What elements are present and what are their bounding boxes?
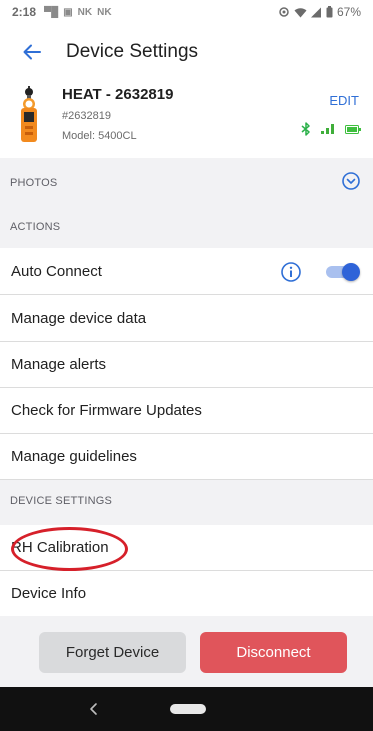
notification-icons: ▀█ ▣ NK NK xyxy=(44,7,112,18)
status-right: 67% xyxy=(278,5,361,19)
manage-guidelines-label: Manage guidelines xyxy=(11,448,137,465)
check-firmware-row[interactable]: Check for Firmware Updates xyxy=(0,388,373,434)
device-settings-section: DEVICE SETTINGS xyxy=(0,480,373,525)
rh-calibration-row[interactable]: RH Calibration xyxy=(0,525,373,571)
actions-header: ACTIONS xyxy=(10,221,61,233)
device-status-icons xyxy=(301,122,361,136)
battery-percent: 67% xyxy=(336,5,361,19)
manage-device-data-label: Manage device data xyxy=(11,310,147,327)
app-bar: Device Settings xyxy=(0,28,373,76)
battery-icon xyxy=(326,6,333,18)
device-name: HEAT - 2632819 xyxy=(62,86,174,103)
nav-home-pill[interactable] xyxy=(170,704,206,714)
cell-signal-icon xyxy=(310,7,321,17)
toggle-thumb xyxy=(342,263,360,281)
device-info-label: Device Info xyxy=(11,585,87,602)
chevron-down-icon[interactable] xyxy=(341,171,361,191)
notification-icon: NK xyxy=(77,6,93,18)
photos-header: PHOTOS xyxy=(10,177,58,189)
notification-icon: ▀█ xyxy=(44,6,59,18)
edit-button[interactable]: EDIT xyxy=(329,93,359,108)
photos-section: PHOTOS ACTIONS xyxy=(0,158,373,248)
status-bar: 2:18 ▀█ ▣ NK NK 67% xyxy=(0,0,373,24)
forget-device-button[interactable]: Forget Device xyxy=(39,632,186,673)
manage-alerts-row[interactable]: Manage alerts xyxy=(0,342,373,388)
notification-icon: NK xyxy=(97,6,112,18)
notification-icon: ▣ xyxy=(63,6,73,18)
signal-strength-icon xyxy=(321,124,334,134)
system-nav-bar xyxy=(0,687,373,731)
auto-connect-row[interactable]: Auto Connect xyxy=(0,249,373,295)
device-info-row[interactable]: Device Info xyxy=(0,571,373,617)
vibrate-icon xyxy=(279,7,289,17)
rh-calibration-label: RH Calibration xyxy=(11,539,109,556)
manage-device-data-row[interactable]: Manage device data xyxy=(0,296,373,342)
device-model: Model: 5400CL xyxy=(62,130,137,142)
manage-alerts-label: Manage alerts xyxy=(11,356,107,373)
check-firmware-label: Check for Firmware Updates xyxy=(11,402,202,419)
info-icon[interactable] xyxy=(280,261,302,283)
disconnect-button[interactable]: Disconnect xyxy=(200,632,347,673)
nav-back-icon[interactable] xyxy=(82,697,106,721)
wifi-icon xyxy=(294,7,307,17)
arrow-left-icon xyxy=(23,44,41,60)
device-card: HEAT - 2632819 #2632819 Model: 5400CL ED… xyxy=(0,80,373,156)
device-settings-header: DEVICE SETTINGS xyxy=(10,495,113,507)
page-title: Device Settings xyxy=(66,41,199,62)
back-button[interactable] xyxy=(10,30,54,74)
auto-connect-toggle[interactable] xyxy=(326,263,360,281)
bluetooth-icon xyxy=(301,122,310,136)
status-time: 2:18 xyxy=(12,5,37,19)
device-id: #2632819 xyxy=(62,110,111,122)
auto-connect-label: Auto Connect xyxy=(11,263,102,280)
device-battery-icon xyxy=(345,124,361,134)
device-image xyxy=(21,86,37,142)
manage-guidelines-row[interactable]: Manage guidelines xyxy=(0,434,373,480)
